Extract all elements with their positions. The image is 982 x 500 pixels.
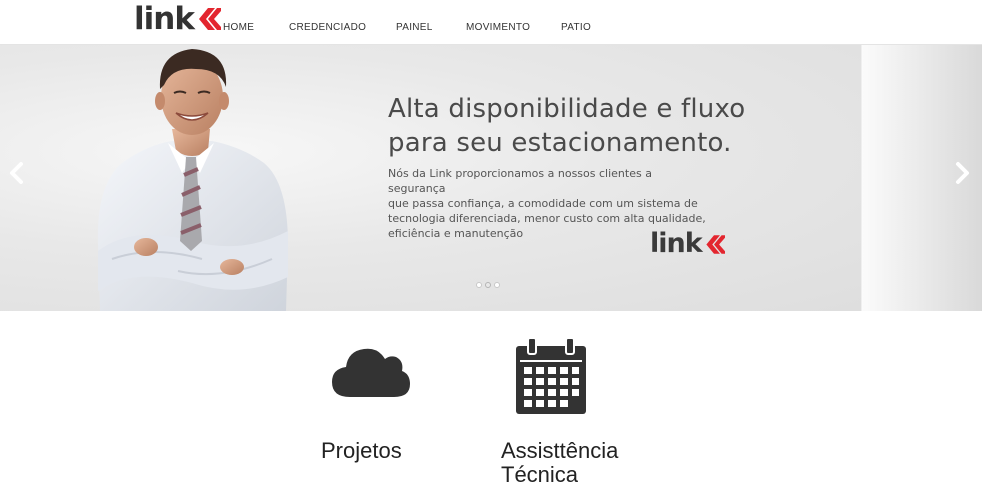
calendar-icon [516,338,586,414]
description-line: Nós da Link proporcionamos a nossos clie… [388,167,652,195]
slide-logo-text: link [650,228,703,259]
carousel-indicators [476,282,500,288]
nav-credenciado[interactable]: CREDENCIADO [289,21,366,35]
brand-logo[interactable]: link [134,3,221,35]
cloud-icon [332,348,410,397]
headline-line-1: Alta disponibilidade e fluxo [388,94,746,124]
chevron-right-icon[interactable] [951,161,973,185]
headline-line-2: para seu estacionamento. [388,128,732,158]
feature-title: Projetos [321,439,402,463]
logo-text: link [134,1,195,37]
slide-logo: link [650,230,725,258]
description-line: tecnologia diferenciada, menor custo com… [388,212,706,225]
feature-title-line-2: Técnica [501,462,579,487]
carousel-dot-2[interactable] [485,282,491,288]
feature-title-line-1: Projetos [321,438,402,463]
feature-title: Assisttência Técnica [501,439,618,487]
carousel-dot-3[interactable] [494,282,500,288]
slide-logo-chevron-icon [706,234,725,254]
chevron-left-icon[interactable] [6,161,28,185]
nav-movimento[interactable]: MOVIMENTO [466,21,530,35]
logo-chevron-icon [198,8,221,30]
description-line: que passa confiança, a comodidade com um… [388,197,698,210]
feature-title-line-1: Assisttência [501,438,619,463]
carousel-dot-1[interactable] [476,282,482,288]
hero-carousel: Alta disponibilidade e fluxo para seu es… [0,45,982,311]
businessman-photo [97,49,288,311]
nav-patio[interactable]: PATIO [561,21,591,35]
top-navbar: link HOME CREDENCIADO PAINEL MOVIMENTO P… [0,0,982,45]
feature-assistencia[interactable]: Assisttência Técnica [500,330,660,490]
carousel-slide: Alta disponibilidade e fluxo para seu es… [0,45,861,311]
nav-painel[interactable]: PAINEL [396,21,433,35]
feature-projetos[interactable]: Projetos [310,330,450,470]
slide-headline: Alta disponibilidade e fluxo para seu es… [388,92,768,160]
nav-home[interactable]: HOME [223,21,254,35]
